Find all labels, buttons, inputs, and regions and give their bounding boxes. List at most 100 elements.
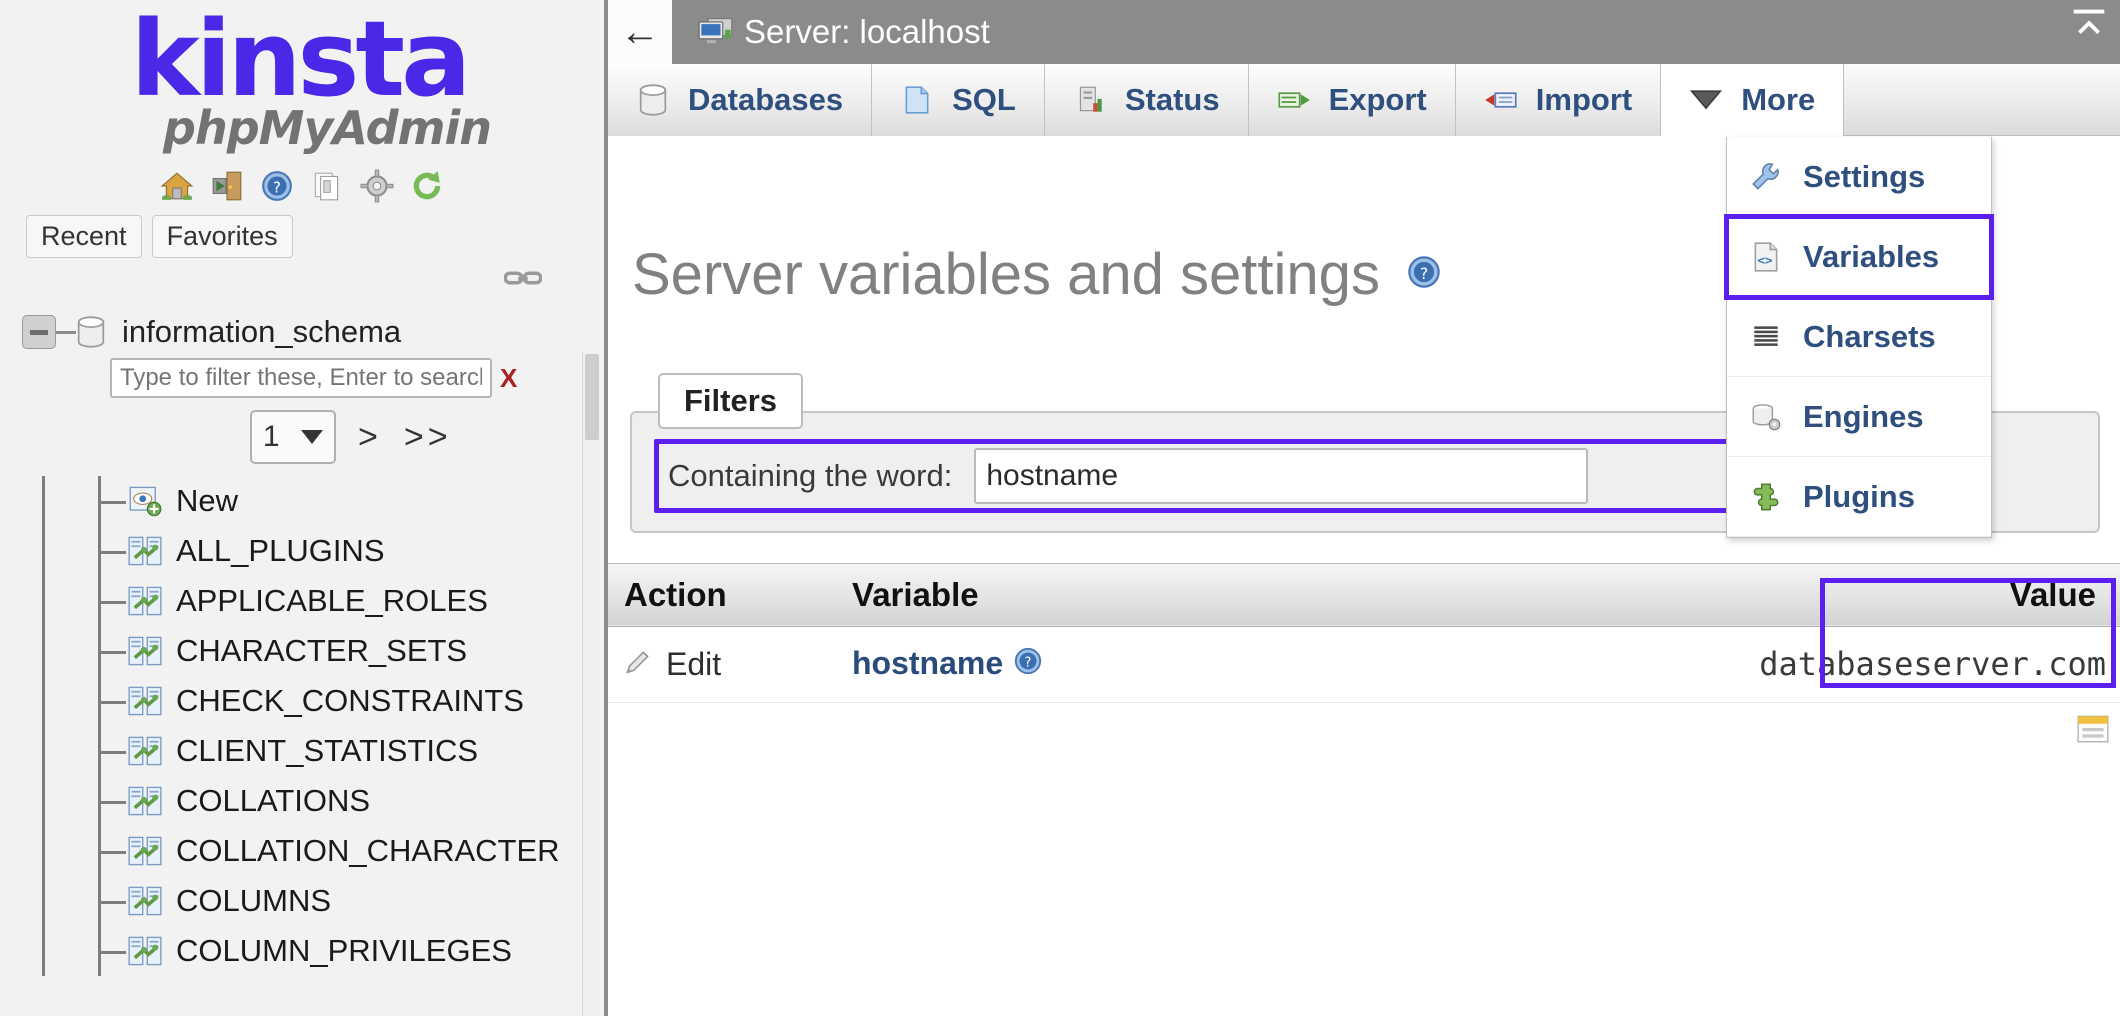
server-title: Server: localhost [744, 13, 990, 51]
tree-item-label: CLIENT_STATISTICS [176, 733, 478, 769]
tree-filter-input[interactable] [110, 358, 492, 398]
settings-gear-icon[interactable] [360, 169, 394, 203]
collapse-panel-icon[interactable] [2066, 2, 2112, 48]
navigation-link-row [0, 258, 604, 298]
database-icon [636, 84, 670, 116]
plugins-puzzle-icon [1749, 480, 1783, 514]
table-icon [128, 885, 162, 917]
table-header-row: Action Variable Value [608, 563, 2120, 626]
scrollbar-thumb[interactable] [585, 354, 599, 440]
database-tree: information_schema X 1 > >> New ALL_PLUGI… [0, 298, 604, 976]
menu-item-charsets[interactable]: Charsets [1727, 297, 1991, 377]
tree-item[interactable]: CHARACTER_SETS [0, 626, 604, 676]
import-icon [1484, 84, 1518, 116]
column-header-value[interactable]: Value [1538, 563, 2120, 626]
column-header-variable[interactable]: Variable [838, 563, 1538, 626]
menu-item-plugins[interactable]: Plugins [1727, 457, 1991, 537]
tree-item[interactable]: ALL_PLUGINS [0, 526, 604, 576]
menu-item-label: Settings [1803, 159, 1925, 195]
svg-text:<>: <> [1757, 253, 1773, 268]
help-docs-icon[interactable]: ? [260, 169, 294, 203]
menu-item-settings[interactable]: Settings [1727, 137, 1991, 217]
tree-item[interactable]: COLUMN_PRIVILEGES [0, 926, 604, 976]
help-icon[interactable]: ? [1406, 254, 1442, 295]
last-page-button[interactable]: >> [404, 418, 452, 457]
table-icon [128, 935, 162, 967]
new-table-icon [128, 485, 162, 517]
clear-filter-button[interactable]: X [500, 363, 517, 394]
tab-label: Databases [688, 82, 843, 118]
db-root-information-schema[interactable]: information_schema [0, 298, 604, 350]
tree-item[interactable]: COLUMNS [0, 876, 604, 926]
cell-action: Edit [608, 626, 838, 703]
code-file-icon: <> [1749, 240, 1783, 274]
db-root-label: information_schema [122, 314, 401, 350]
wrench-icon [1749, 160, 1783, 194]
menu-item-label: Charsets [1803, 319, 1936, 355]
tab-import[interactable]: Import [1456, 64, 1661, 136]
help-icon[interactable]: ? [1013, 647, 1043, 683]
back-button[interactable]: ← [608, 0, 672, 64]
home-icon[interactable] [160, 169, 194, 203]
table-icon [128, 785, 162, 817]
tree-item-label: CHARACTER_SETS [176, 633, 467, 669]
tree-item-label: CHECK_CONSTRAINTS [176, 683, 524, 719]
tab-more[interactable]: More [1661, 64, 1844, 136]
containing-word-label: Containing the word: [654, 458, 952, 494]
logout-icon[interactable] [210, 169, 244, 203]
export-icon [1277, 84, 1311, 116]
tree-pager: 1 > >> [0, 398, 604, 464]
tree-item-label: New [176, 483, 238, 519]
tree-item[interactable]: COLLATION_CHARACTER [0, 826, 604, 876]
tree-item-label: ALL_PLUGINS [176, 533, 385, 569]
recent-button[interactable]: Recent [26, 215, 142, 258]
tree-item[interactable]: New [0, 476, 604, 526]
menu-item-label: Engines [1803, 399, 1924, 435]
main-content: ← Server: localhost Databases SQLStatus Ex… [608, 0, 2120, 1016]
server-header-bar: ← Server: localhost [608, 0, 2120, 64]
page-select[interactable]: 1 [250, 410, 336, 464]
status-icon [1073, 84, 1107, 116]
next-page-button[interactable]: > [358, 418, 382, 457]
documentation-icon[interactable] [310, 169, 344, 203]
variable-name-link[interactable]: hostname [852, 645, 1003, 681]
export-results-icon[interactable] [2076, 712, 2110, 744]
tree-item[interactable]: CLIENT_STATISTICS [0, 726, 604, 776]
favorites-button[interactable]: Favorites [152, 215, 293, 258]
cell-value: databaseserver.com [1538, 626, 2120, 703]
table-row: Edit hostname? databaseserver.com [608, 626, 2120, 703]
menu-item-label: Variables [1803, 239, 1939, 275]
column-header-action[interactable]: Action [608, 563, 838, 626]
tree-item[interactable]: COLLATIONS [0, 776, 604, 826]
tree-item[interactable]: APPLICABLE_ROLES [0, 576, 604, 626]
menu-item-variables[interactable]: <> Variables [1727, 217, 1991, 297]
charsets-icon [1749, 320, 1783, 354]
reload-icon[interactable] [410, 169, 444, 203]
sidebar-scrollbar[interactable] [582, 352, 600, 1016]
tab-label: Export [1329, 82, 1427, 118]
tab-sql[interactable]: SQL [872, 64, 1045, 136]
menu-item-label: Plugins [1803, 479, 1915, 515]
table-icon [128, 835, 162, 867]
tab-status[interactable]: Status [1045, 64, 1249, 136]
table-icon [128, 635, 162, 667]
menu-item-engines[interactable]: Engines [1727, 377, 1991, 457]
containing-word-input[interactable] [974, 448, 1588, 504]
edit-link[interactable]: Edit [622, 646, 824, 683]
tab-databases[interactable]: Databases [608, 64, 872, 136]
sql-icon [900, 84, 934, 116]
main-tab-bar: Databases SQLStatus Export ImportMore [608, 64, 2120, 136]
navigation-sidebar: kinsta phpMyAdmin [0, 0, 608, 1016]
tree-item-label: COLLATION_CHARACTER [176, 833, 560, 869]
server-icon [698, 16, 734, 48]
server-variables-table: Action Variable Value Edit hostname? datab… [608, 563, 2120, 704]
tab-export[interactable]: Export [1249, 64, 1456, 136]
chain-link-icon[interactable] [504, 275, 542, 292]
chevron-down-icon [301, 430, 323, 444]
collapse-expander-icon[interactable] [22, 315, 56, 349]
tree-item-label: APPLICABLE_ROLES [176, 583, 488, 619]
phpmyadmin-logo-text: phpMyAdmin [0, 103, 604, 154]
tree-item[interactable]: CHECK_CONSTRAINTS [0, 676, 604, 726]
edit-label: Edit [666, 646, 721, 683]
table-icon [128, 735, 162, 767]
